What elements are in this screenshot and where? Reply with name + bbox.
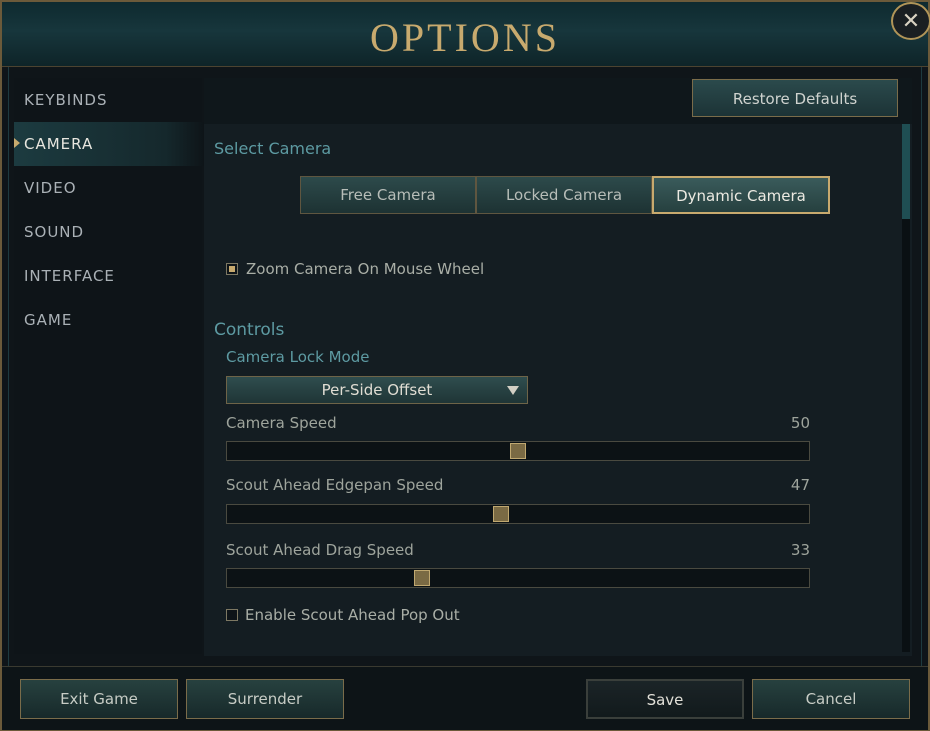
- camera-speed-label: Camera Speed: [226, 414, 337, 432]
- edgepan-speed-slider-handle[interactable]: [493, 506, 509, 522]
- camera-speed-value: 50: [790, 414, 810, 432]
- drag-speed-slider[interactable]: [226, 568, 810, 588]
- select-camera-label: Select Camera: [214, 139, 332, 158]
- camera-settings-panel: Restore Defaults Select Camera Free Came…: [204, 78, 912, 656]
- sidebar-item-camera[interactable]: CAMERA: [14, 122, 204, 166]
- edgepan-speed-value: 47: [790, 476, 810, 494]
- camera-lock-mode-dropdown[interactable]: Per-Side Offset: [226, 376, 528, 404]
- scrollbar-thumb[interactable]: [902, 124, 910, 219]
- save-button[interactable]: Save: [586, 679, 744, 719]
- camera-lock-mode-label: Camera Lock Mode: [226, 348, 370, 366]
- close-icon[interactable]: ✕: [891, 2, 930, 40]
- restore-defaults-button[interactable]: Restore Defaults: [692, 79, 898, 117]
- scout-popout-label: Enable Scout Ahead Pop Out: [245, 606, 460, 624]
- options-window: OPTIONS ✕ KEYBINDS CAMERA VIDEO SOUND IN…: [0, 0, 930, 731]
- sidebar: KEYBINDS CAMERA VIDEO SOUND INTERFACE GA…: [14, 78, 204, 654]
- sidebar-item-label: SOUND: [24, 223, 85, 241]
- free-camera-button[interactable]: Free Camera: [300, 176, 476, 214]
- sidebar-item-sound[interactable]: SOUND: [14, 210, 204, 254]
- drag-speed-value: 33: [790, 541, 810, 559]
- cancel-button[interactable]: Cancel: [752, 679, 910, 719]
- sidebar-item-interface[interactable]: INTERFACE: [14, 254, 204, 298]
- edgepan-speed-label: Scout Ahead Edgepan Speed: [226, 476, 444, 494]
- active-marker-icon: [14, 138, 20, 148]
- drag-speed-label: Scout Ahead Drag Speed: [226, 541, 414, 559]
- camera-speed-slider-handle[interactable]: [510, 443, 526, 459]
- sidebar-item-label: KEYBINDS: [24, 91, 108, 109]
- edgepan-speed-slider[interactable]: [226, 504, 810, 524]
- chevron-down-icon: [507, 386, 519, 395]
- drag-speed-slider-handle[interactable]: [414, 570, 430, 586]
- dropdown-value: Per-Side Offset: [321, 381, 433, 399]
- zoom-camera-label: Zoom Camera On Mouse Wheel: [246, 260, 485, 278]
- camera-speed-slider[interactable]: [226, 441, 810, 461]
- controls-heading: Controls: [214, 320, 285, 340]
- sidebar-item-label: CAMERA: [24, 135, 94, 153]
- zoom-camera-checkbox[interactable]: [226, 263, 238, 275]
- exit-game-button[interactable]: Exit Game: [20, 679, 178, 719]
- locked-camera-button[interactable]: Locked Camera: [476, 176, 652, 214]
- sidebar-item-video[interactable]: VIDEO: [14, 166, 204, 210]
- dynamic-camera-button[interactable]: Dynamic Camera: [652, 176, 830, 214]
- scout-popout-checkbox[interactable]: [226, 609, 238, 621]
- panel-header: Restore Defaults: [204, 78, 912, 124]
- sidebar-item-label: INTERFACE: [24, 267, 115, 285]
- scrollbar[interactable]: [902, 124, 910, 652]
- title-bar: OPTIONS: [2, 2, 928, 67]
- sidebar-item-keybinds[interactable]: KEYBINDS: [14, 78, 204, 122]
- sidebar-item-label: GAME: [24, 311, 73, 329]
- sidebar-item-game[interactable]: GAME: [14, 298, 204, 342]
- window-title: OPTIONS: [370, 15, 560, 60]
- surrender-button[interactable]: Surrender: [186, 679, 344, 719]
- sidebar-item-label: VIDEO: [24, 179, 77, 197]
